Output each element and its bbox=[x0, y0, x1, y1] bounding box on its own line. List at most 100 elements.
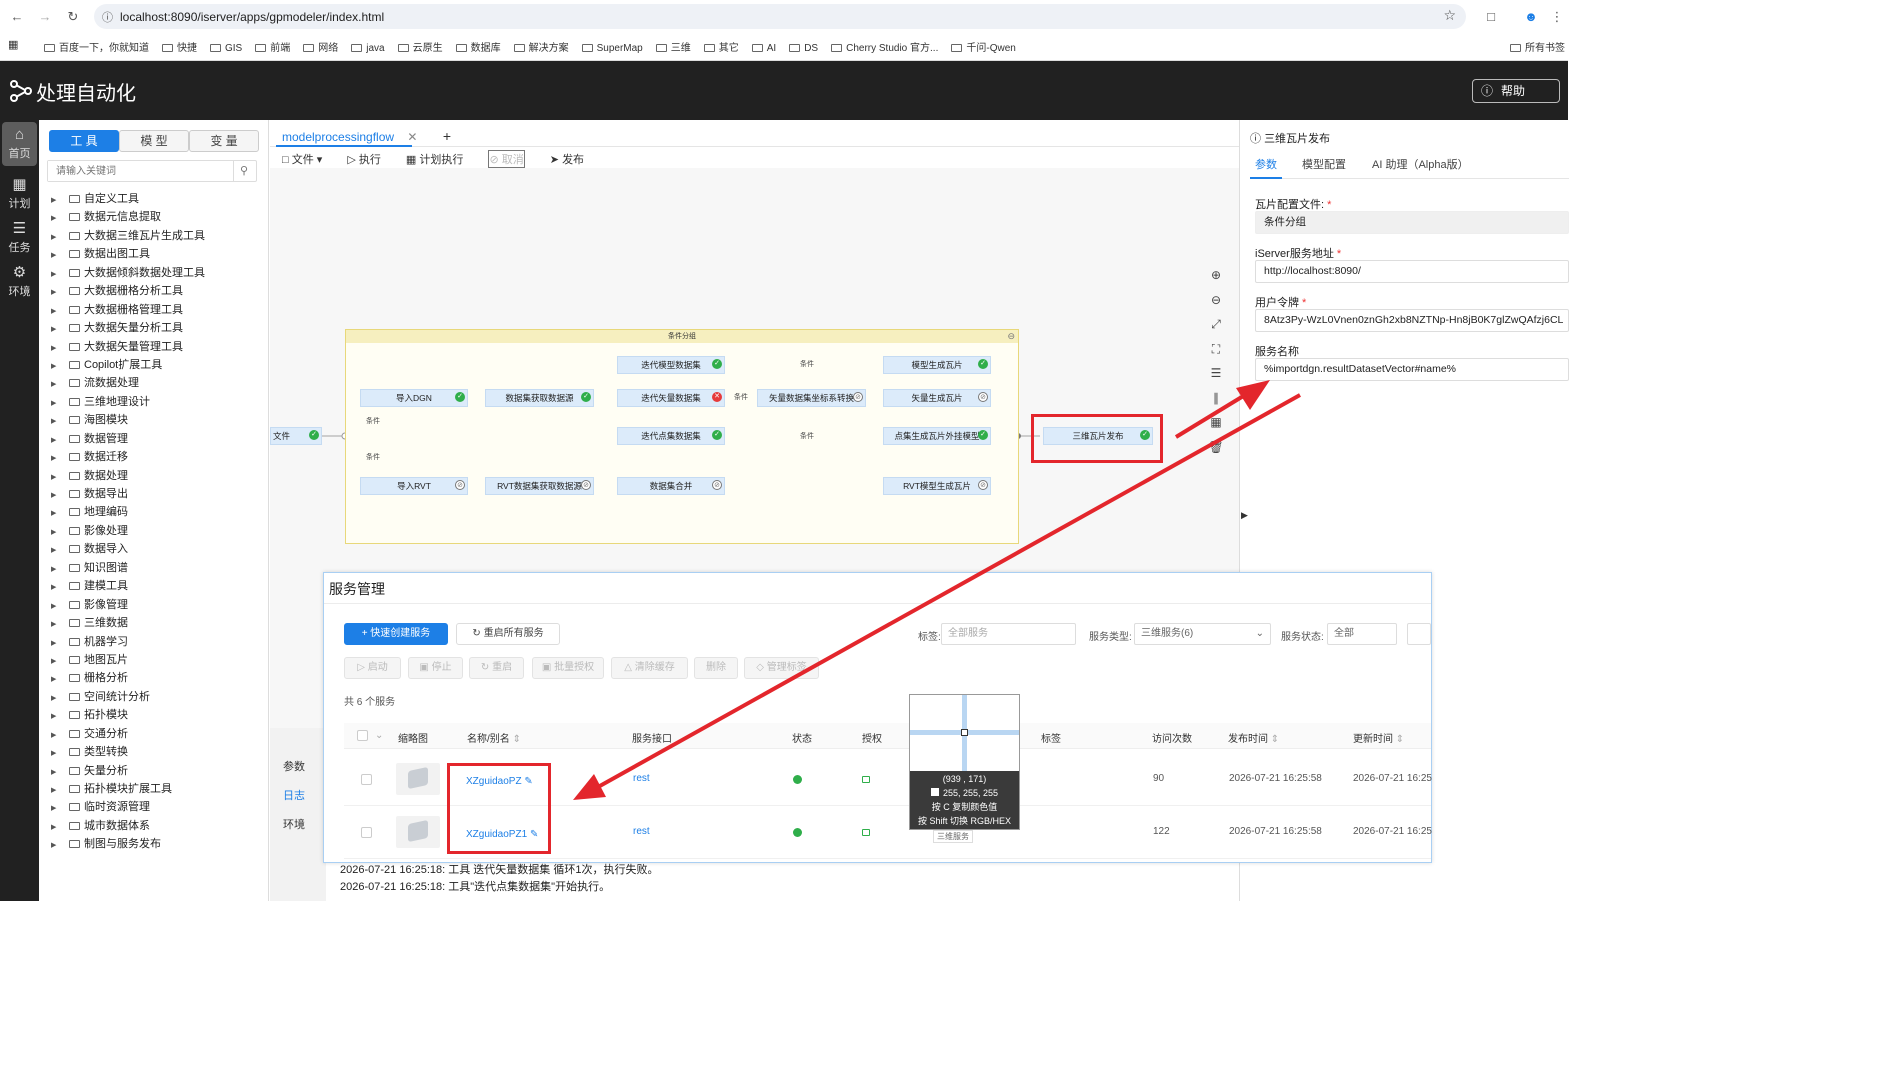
interface-link[interactable]: rest bbox=[633, 773, 650, 784]
chevron-down-icon[interactable]: ⌄ bbox=[375, 730, 383, 741]
tree-node[interactable]: ▶ 知识图谱 bbox=[51, 559, 261, 577]
delete-button[interactable]: 删除 bbox=[694, 657, 738, 679]
tool-search-input[interactable] bbox=[48, 161, 234, 181]
status-filter[interactable]: 全部 bbox=[1327, 623, 1397, 645]
tree-node[interactable]: ▶ 数据管理 bbox=[51, 430, 261, 448]
tree-node[interactable]: ▶ 三维地理设计 bbox=[51, 393, 261, 411]
bookmark-item[interactable]: 百度一下，你就知道 bbox=[44, 39, 149, 54]
expand-arrow-icon[interactable]: ▶ bbox=[51, 192, 69, 210]
stop-button[interactable]: ▣ 停止 bbox=[408, 657, 463, 679]
node-import-dgn[interactable]: 导入DGN ✓ bbox=[360, 389, 468, 407]
col-name[interactable]: 名称/别名 ⇕ bbox=[467, 730, 521, 745]
expand-arrow-icon[interactable]: ▶ bbox=[51, 432, 69, 450]
node-dataset-get[interactable]: 数据集获取数据源 ✓ bbox=[485, 389, 594, 407]
collapse-group-icon[interactable]: ⊖ bbox=[1007, 331, 1015, 342]
tree-node[interactable]: ▶ 数据导出 bbox=[51, 485, 261, 503]
tree-node[interactable]: ▶ 栅格分析 bbox=[51, 669, 261, 687]
bookmark-item[interactable]: java bbox=[351, 43, 385, 54]
rail-home[interactable]: ⌂ 首页 bbox=[2, 122, 37, 166]
expand-arrow-icon[interactable]: ▶ bbox=[51, 376, 69, 394]
expand-arrow-icon[interactable]: ▶ bbox=[51, 487, 69, 505]
tree-node[interactable]: ▶ 类型转换 bbox=[51, 743, 261, 761]
expand-arrow-icon[interactable]: ▶ bbox=[51, 340, 69, 358]
tab-params[interactable]: 参数 bbox=[283, 758, 305, 774]
expand-arrow-icon[interactable]: ▶ bbox=[51, 671, 69, 689]
tree-node[interactable]: ▶ 数据导入 bbox=[51, 540, 261, 558]
collapse-panel-icon[interactable]: ▶ bbox=[1241, 510, 1248, 521]
interface-link[interactable]: rest bbox=[633, 826, 650, 837]
tag-filter[interactable]: 全部服务 bbox=[941, 623, 1076, 645]
tree-node[interactable]: ▶ 数据元信息提取 bbox=[51, 208, 261, 226]
quick-create-button[interactable]: + 快速创建服务 bbox=[344, 623, 448, 645]
tree-node[interactable]: ▶ 空间统计分析 bbox=[51, 688, 261, 706]
expand-arrow-icon[interactable]: ▶ bbox=[51, 616, 69, 634]
expand-arrow-icon[interactable]: ▶ bbox=[51, 690, 69, 708]
search-icon[interactable]: ⚲ bbox=[240, 164, 248, 177]
expand-arrow-icon[interactable]: ▶ bbox=[51, 635, 69, 653]
bookmark-item[interactable]: 千问-Qwen bbox=[951, 39, 1016, 54]
tree-node[interactable]: ▶ 地图瓦片 bbox=[51, 651, 261, 669]
tab-params[interactable]: 参数 bbox=[1255, 156, 1277, 172]
expand-arrow-icon[interactable]: ▶ bbox=[51, 303, 69, 321]
bookmark-item[interactable]: 解决方案 bbox=[513, 39, 569, 54]
help-button[interactable]: ⓘ 帮助 bbox=[1472, 79, 1560, 103]
expand-arrow-icon[interactable]: ▶ bbox=[51, 413, 69, 431]
expand-arrow-icon[interactable]: ▶ bbox=[51, 708, 69, 726]
bookmark-item[interactable]: 其它 bbox=[703, 39, 739, 54]
tab-models[interactable]: 模 型 bbox=[119, 130, 189, 152]
lock-icon[interactable] bbox=[862, 776, 870, 783]
forward-icon[interactable]: → bbox=[36, 8, 54, 26]
tab-tools[interactable]: 工 具 bbox=[49, 130, 119, 152]
tree-node[interactable]: ▶ 交通分析 bbox=[51, 725, 261, 743]
expand-arrow-icon[interactable]: ▶ bbox=[51, 579, 69, 597]
expand-arrow-icon[interactable]: ▶ bbox=[51, 469, 69, 487]
expand-arrow-icon[interactable]: ▶ bbox=[51, 819, 69, 837]
col-published[interactable]: 发布时间 ⇕ bbox=[1228, 730, 1279, 745]
url-text[interactable]: localhost:8090/iserver/apps/gpmodeler/in… bbox=[120, 10, 384, 24]
bookmark-item[interactable]: AI bbox=[751, 43, 776, 54]
tree-node[interactable]: ▶ 地理编码 bbox=[51, 503, 261, 521]
restart-button[interactable]: ↻ 重启 bbox=[469, 657, 524, 679]
col-updated[interactable]: 更新时间 ⇕ bbox=[1353, 730, 1404, 745]
tab-variables[interactable]: 变 量 bbox=[189, 130, 259, 152]
node-vector-tile[interactable]: 矢量生成瓦片 ⊘ bbox=[883, 389, 991, 407]
service-name-field[interactable]: %importdgn.resultDatasetVector#name% bbox=[1255, 358, 1569, 381]
node-iter-vector[interactable]: 迭代矢量数据集 ✕ bbox=[617, 389, 725, 407]
tree-node[interactable]: ▶ 拓扑模块 bbox=[51, 706, 261, 724]
back-icon[interactable]: ← bbox=[8, 8, 26, 26]
tree-node[interactable]: ▶ 数据处理 bbox=[51, 467, 261, 485]
bookmark-item[interactable]: 云原生 bbox=[397, 39, 443, 54]
address-bar[interactable]: ⓘ localhost:8090/iserver/apps/gpmodeler/… bbox=[94, 4, 1466, 29]
tree-node[interactable]: ▶ 临时资源管理 bbox=[51, 798, 261, 816]
tree-node[interactable]: ▶ 三维数据 bbox=[51, 614, 261, 632]
menu-icon[interactable]: ⋮ bbox=[1548, 8, 1566, 26]
tab-log[interactable]: 日志 bbox=[283, 787, 305, 803]
tree-node[interactable]: ▶ 建模工具 bbox=[51, 577, 261, 595]
extensions-icon[interactable]: □ bbox=[1482, 8, 1500, 26]
node-rvt-get[interactable]: RVT数据集获取数据源 ⊘ bbox=[485, 477, 594, 495]
bookmark-item[interactable]: 前端 bbox=[255, 39, 290, 54]
tree-node[interactable]: ▶ 城市数据体系 bbox=[51, 817, 261, 835]
node-vector-transform[interactable]: 矢量数据集坐标系转换 ⊘ bbox=[757, 389, 866, 407]
expand-arrow-icon[interactable]: ▶ bbox=[51, 210, 69, 228]
bookmark-item[interactable]: Cherry Studio 官方... bbox=[831, 39, 938, 54]
expand-arrow-icon[interactable]: ▶ bbox=[51, 782, 69, 800]
expand-arrow-icon[interactable]: ▶ bbox=[51, 800, 69, 818]
rail-env[interactable]: ⚙ 环境 bbox=[2, 260, 37, 304]
tree-node[interactable]: ▶ 大数据倾斜数据处理工具 bbox=[51, 264, 261, 282]
node-iter-model[interactable]: 迭代模型数据集 ✓ bbox=[617, 356, 725, 374]
expand-arrow-icon[interactable]: ▶ bbox=[51, 229, 69, 247]
tab-model-config[interactable]: 模型配置 bbox=[1302, 156, 1346, 172]
tree-node[interactable]: ▶ 数据出图工具 bbox=[51, 245, 261, 263]
tree-node[interactable]: ▶ 大数据栅格分析工具 bbox=[51, 282, 261, 300]
manage-tags-button[interactable]: ◇ 管理标签 bbox=[744, 657, 819, 679]
reload-icon[interactable]: ↻ bbox=[64, 8, 82, 26]
type-filter[interactable]: 三维服务(6) ⌄ bbox=[1134, 623, 1271, 645]
tree-node[interactable]: ▶ 制图与服务发布 bbox=[51, 835, 261, 853]
expand-arrow-icon[interactable]: ▶ bbox=[51, 524, 69, 542]
node-point-tile[interactable]: 点集生成瓦片外挂模型 ✓ bbox=[883, 427, 991, 445]
tree-node[interactable]: ▶ 机器学习 bbox=[51, 633, 261, 651]
tree-node[interactable]: ▶ Copilot扩展工具 bbox=[51, 356, 261, 374]
tab-ai-assistant[interactable]: AI 助理（Alpha版） bbox=[1372, 156, 1469, 172]
expand-arrow-icon[interactable]: ▶ bbox=[51, 561, 69, 579]
